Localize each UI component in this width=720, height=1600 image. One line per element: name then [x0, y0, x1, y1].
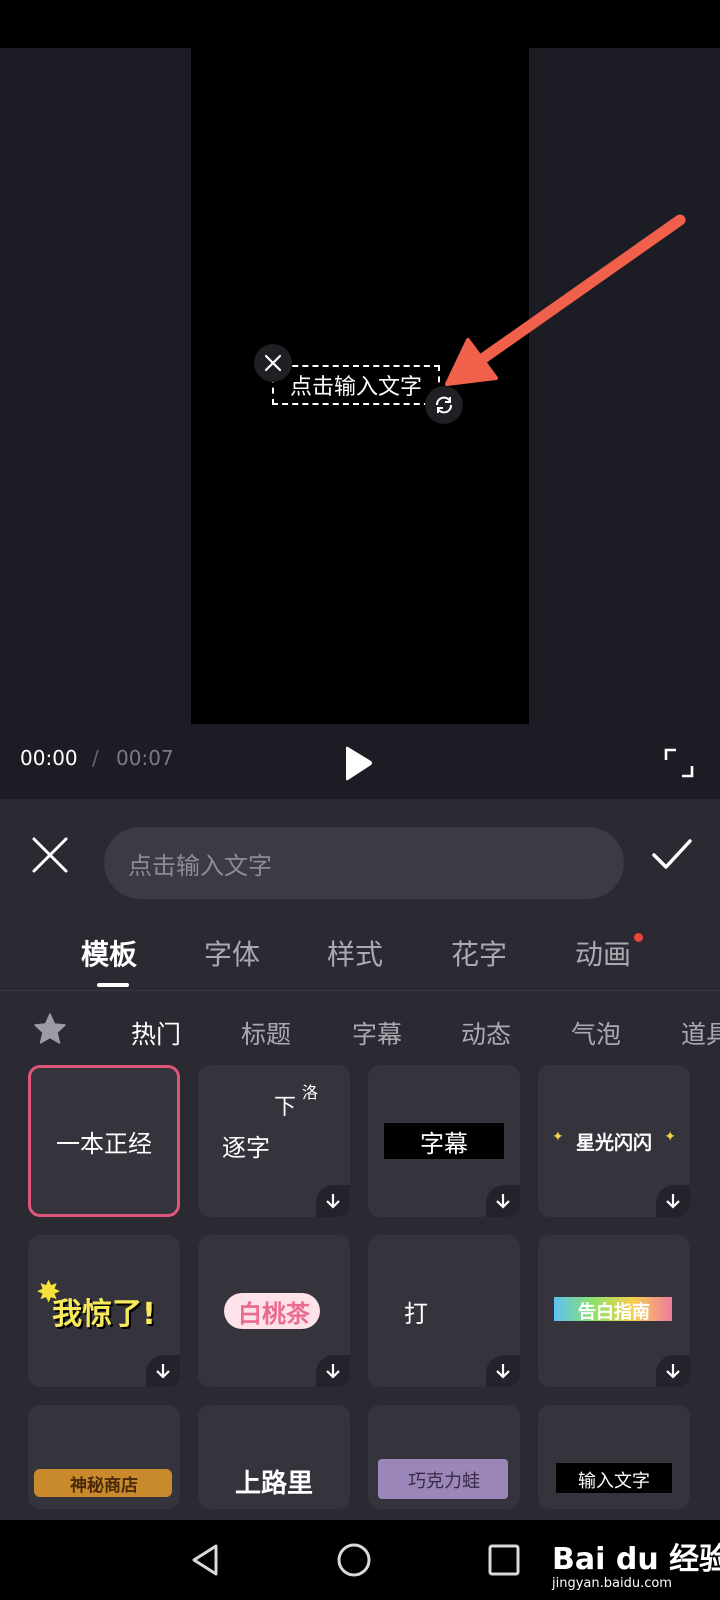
text-input[interactable]: 点击输入文字: [104, 827, 624, 899]
template-label-extra: 洛: [302, 1083, 319, 1102]
close-icon[interactable]: [254, 344, 292, 382]
tab-template[interactable]: 模板: [81, 933, 137, 973]
template-label-extra: 下: [274, 1095, 297, 1120]
main-tab-bar: 模板 字体 样式 花字 动画: [0, 909, 720, 991]
watermark-url: jingyan.baidu.com: [552, 1576, 672, 1591]
playback-bar: 00:00 / 00:07: [0, 724, 720, 799]
rotate-icon[interactable]: [425, 386, 463, 424]
active-tab-indicator: [97, 983, 129, 987]
template-label: 上路里: [234, 1469, 313, 1499]
close-panel-icon[interactable]: [28, 833, 72, 877]
download-icon[interactable]: [486, 1185, 520, 1217]
text-input-placeholder: 点击输入文字: [128, 851, 272, 880]
subtab-bubble[interactable]: 气泡: [571, 1015, 621, 1051]
template-tile[interactable]: ✸ 我惊了!: [28, 1235, 180, 1387]
download-icon[interactable]: [146, 1355, 180, 1387]
tab-fancy-text[interactable]: 花字: [451, 933, 507, 973]
confirm-check-icon[interactable]: [650, 833, 694, 877]
video-canvas[interactable]: 点击输入文字: [191, 48, 529, 724]
template-tile[interactable]: 告白指南: [538, 1235, 690, 1387]
recents-square-icon[interactable]: [484, 1540, 524, 1580]
system-nav-bar: Bai du 经验 jingyan.baidu.com: [0, 1520, 720, 1600]
download-icon[interactable]: [316, 1355, 350, 1387]
template-label: 神秘商店: [70, 1476, 138, 1496]
subtab-props[interactable]: 道具: [681, 1015, 720, 1051]
template-tile[interactable]: 输入文字: [538, 1405, 690, 1509]
sparkle-icon: ✦: [664, 1129, 676, 1145]
subtab-subtitle[interactable]: 字幕: [352, 1015, 402, 1051]
download-icon[interactable]: [486, 1355, 520, 1387]
favorites-star-icon[interactable]: [32, 1011, 68, 1047]
tab-animation[interactable]: 动画: [575, 933, 631, 973]
status-bar: [0, 0, 720, 48]
time-separator: /: [92, 746, 99, 770]
template-label: 巧克力蛙: [408, 1471, 480, 1492]
template-tile[interactable]: 一本正经: [28, 1065, 180, 1217]
text-overlay-label: 点击输入文字: [289, 375, 422, 400]
fullscreen-icon[interactable]: [662, 746, 696, 780]
new-badge-dot: [634, 933, 643, 942]
template-label: 一本正经: [56, 1129, 152, 1158]
template-tile[interactable]: 神秘商店: [28, 1405, 180, 1509]
template-tile[interactable]: ✦ 星光闪闪 ✦: [538, 1065, 690, 1217]
baidu-watermark: Bai du 经验 jingyan.baidu.com: [552, 1534, 720, 1594]
total-time: 00:07: [116, 746, 174, 770]
tab-font[interactable]: 字体: [204, 933, 260, 973]
template-tile[interactable]: 打: [368, 1235, 520, 1387]
template-tile[interactable]: 白桃茶: [198, 1235, 350, 1387]
subtab-dynamic[interactable]: 动态: [461, 1015, 511, 1051]
text-overlay-box[interactable]: 点击输入文字: [272, 365, 440, 405]
subtab-title[interactable]: 标题: [241, 1015, 291, 1051]
home-circle-icon[interactable]: [334, 1540, 374, 1580]
download-icon[interactable]: [656, 1355, 690, 1387]
template-tile[interactable]: 逐字 下 洛: [198, 1065, 350, 1217]
subtab-hot[interactable]: 热门: [131, 1015, 181, 1051]
template-tile[interactable]: 字幕: [368, 1065, 520, 1217]
template-tile[interactable]: 巧克力蛙: [368, 1405, 520, 1509]
current-time: 00:00: [20, 746, 78, 770]
video-preview: 点击输入文字: [0, 48, 720, 724]
sub-tab-bar: 热门 标题 字幕 动态 气泡 道具: [0, 991, 720, 1071]
template-tile[interactable]: 上路里: [198, 1405, 350, 1509]
template-label: 输入文字: [578, 1471, 650, 1492]
text-editor-panel: 点击输入文字 模板 字体 样式 花字 动画 热门 标题 字幕 动态 气泡 道具 …: [0, 799, 720, 1520]
download-icon[interactable]: [656, 1185, 690, 1217]
download-icon[interactable]: [316, 1185, 350, 1217]
tab-style[interactable]: 样式: [327, 933, 383, 973]
play-icon[interactable]: [338, 744, 378, 784]
back-triangle-icon[interactable]: [186, 1540, 226, 1580]
watermark-brand: Bai du 经验: [552, 1542, 720, 1577]
